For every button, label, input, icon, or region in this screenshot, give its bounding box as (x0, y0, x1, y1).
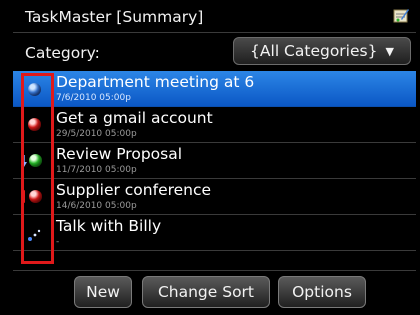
dots-status-icon (28, 229, 41, 241)
task-title: Get a gmail account (56, 109, 213, 127)
bottom-toolbar: New Change Sort Options (13, 270, 416, 315)
category-dropdown[interactable]: {All Categories} ▼ (233, 37, 411, 65)
title-bar: TaskMaster [Summary] (13, 0, 416, 33)
task-row[interactable]: Get a gmail account 29/5/2010 05:00p (13, 107, 416, 143)
task-date: 7/6/2010 05:00p (56, 93, 131, 103)
task-title: Review Proposal (56, 145, 183, 163)
high-priority-icon (22, 190, 25, 203)
red-status-icon (28, 118, 41, 131)
task-date: 11/7/2010 05:00p (56, 165, 137, 175)
window-title: TaskMaster [Summary] (25, 8, 204, 26)
category-selected-value: {All Categories} (250, 42, 378, 60)
dropdown-arrow-icon: ▼ (385, 44, 394, 58)
taskmaster-window: TaskMaster [Summary] Category: {All Cate… (13, 0, 416, 314)
task-row[interactable]: Review Proposal 11/7/2010 05:00p (13, 143, 416, 179)
task-row[interactable]: Supplier conference 14/6/2010 05:00p (13, 179, 416, 215)
task-title: Talk with Billy (56, 217, 162, 235)
change-sort-button[interactable]: Change Sort (142, 276, 270, 308)
red-status-icon (29, 190, 42, 203)
task-row[interactable]: Department meeting at 6 7/6/2010 05:00p (13, 71, 416, 107)
task-title: Supplier conference (56, 181, 212, 199)
task-date: 14/6/2010 05:00p (56, 201, 137, 211)
options-button[interactable]: Options (278, 276, 366, 308)
taskmaster-app-icon (393, 9, 409, 23)
blue-status-icon (28, 83, 41, 96)
green-status-icon (29, 154, 42, 167)
task-date: 29/5/2010 05:00p (56, 129, 137, 139)
low-priority-arrow-icon (21, 155, 27, 167)
category-row: Category: {All Categories} ▼ (13, 32, 416, 70)
task-list: Department meeting at 6 7/6/2010 05:00p … (13, 71, 416, 264)
task-title: Department meeting at 6 (56, 73, 255, 91)
new-button[interactable]: New (74, 276, 132, 308)
task-date: - (56, 237, 60, 247)
category-label: Category: (25, 44, 100, 62)
task-row[interactable]: Talk with Billy - (13, 215, 416, 251)
